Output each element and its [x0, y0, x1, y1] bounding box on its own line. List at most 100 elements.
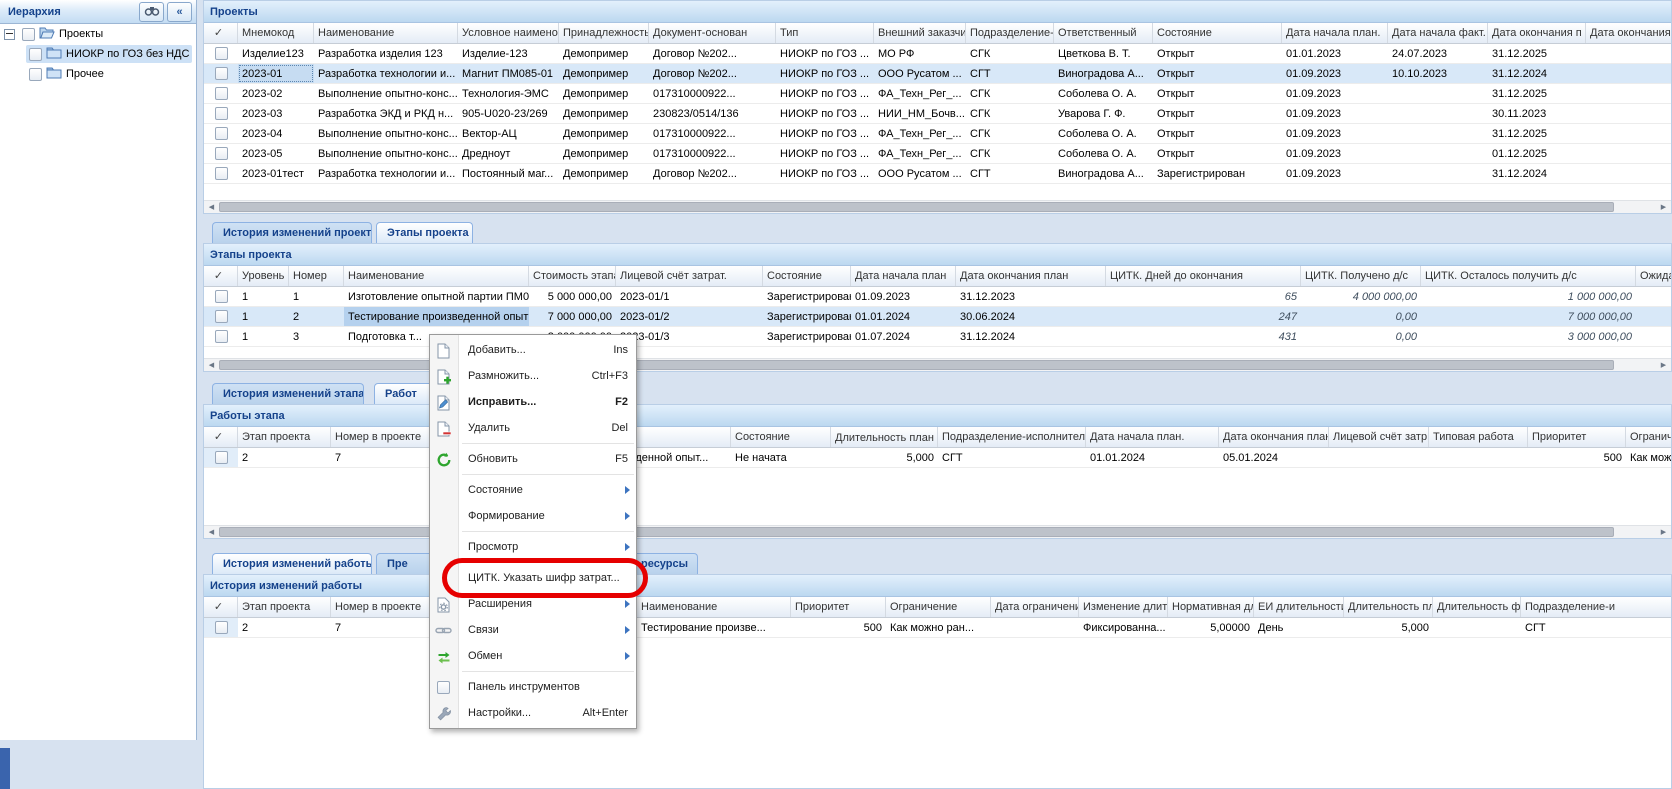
row-checkbox[interactable]: [215, 107, 228, 120]
menu-item[interactable]: Просмотр: [430, 534, 636, 560]
tree-node[interactable]: Проекты: [0, 24, 196, 44]
menu-item[interactable]: Настройки...Alt+Enter: [430, 700, 636, 726]
column-header[interactable]: Документ-основан: [649, 23, 776, 43]
select-column-header[interactable]: ✓: [204, 23, 238, 43]
column-header[interactable]: Нормативная длит: [1168, 597, 1254, 617]
menu-item[interactable]: Панель инструментов: [430, 674, 636, 700]
table-row[interactable]: 27Тестирование произведенной опыт...Не н…: [204, 448, 1672, 468]
column-header[interactable]: Наименование: [637, 597, 791, 617]
tab[interactable]: История изменений работы: [212, 553, 372, 574]
table-row[interactable]: 27Тестирование произве...500Как можно ра…: [204, 618, 1672, 638]
row-checkbox[interactable]: [215, 330, 228, 343]
column-header[interactable]: Этап проекта: [238, 597, 331, 617]
scroll-right-icon[interactable]: ▶: [1656, 359, 1671, 371]
row-checkbox[interactable]: [215, 87, 228, 100]
column-header[interactable]: Лицевой счёт затрат.: [616, 266, 763, 286]
column-header[interactable]: ЕИ длительности: [1254, 597, 1344, 617]
column-header[interactable]: Ограничение: [886, 597, 991, 617]
scroll-right-icon[interactable]: ▶: [1656, 201, 1671, 213]
select-column-header[interactable]: ✓: [204, 266, 238, 286]
menu-checkbox[interactable]: [437, 681, 450, 694]
column-header[interactable]: Приоритет: [1528, 427, 1626, 447]
column-header[interactable]: ЦИТК. Дней до окончания: [1106, 266, 1301, 286]
column-header[interactable]: Дата окончания план: [956, 266, 1106, 286]
menu-item[interactable]: Добавить...Ins: [430, 337, 636, 363]
menu-item[interactable]: УдалитьDel: [430, 415, 636, 441]
table-row[interactable]: 12Тестирование произведенной опыт7 000 0…: [204, 307, 1672, 327]
search-binoculars-button[interactable]: [139, 2, 164, 22]
column-header[interactable]: Дата начала план.: [1086, 427, 1219, 447]
row-checkbox[interactable]: [215, 47, 228, 60]
column-header[interactable]: Ограничение: [1626, 427, 1672, 447]
row-checkbox[interactable]: [215, 167, 228, 180]
table-row[interactable]: 11Изготовление опытной партии ПМ0...5 00…: [204, 287, 1672, 307]
row-checkbox[interactable]: [215, 147, 228, 160]
menu-item[interactable]: Размножить...Ctrl+F3: [430, 363, 636, 389]
column-header[interactable]: Внешний заказчик: [874, 23, 966, 43]
menu-item[interactable]: ОбновитьF5: [430, 446, 636, 472]
select-column-header[interactable]: ✓: [204, 427, 238, 447]
select-column-header[interactable]: ✓: [204, 597, 238, 617]
column-header[interactable]: Изменение длител: [1079, 597, 1168, 617]
column-header[interactable]: Номер: [289, 266, 344, 286]
scroll-left-icon[interactable]: ◀: [204, 526, 219, 538]
column-header[interactable]: Стоимость этапа: [529, 266, 616, 286]
column-header[interactable]: Дата начала план: [851, 266, 956, 286]
table-row[interactable]: 13Подготовка т...3 000 000,002023-01/3За…: [204, 327, 1672, 347]
column-header[interactable]: Наименование: [344, 266, 529, 286]
tab[interactable]: Этапы проекта: [376, 222, 473, 243]
column-header[interactable]: Мнемокод: [238, 23, 314, 43]
menu-item[interactable]: Обмен: [430, 643, 636, 669]
table-row[interactable]: 2023-01тестРазработка технологии и...Пос…: [204, 164, 1672, 184]
table-row[interactable]: 2023-04Выполнение опытно-конс...Вектор-А…: [204, 124, 1672, 144]
menu-item[interactable]: Состояние: [430, 477, 636, 503]
column-header[interactable]: Длительность план▼: [831, 427, 938, 447]
scroll-left-icon[interactable]: ◀: [204, 359, 219, 371]
tree-collapse-icon[interactable]: [4, 29, 15, 40]
column-header[interactable]: Номер в проекте: [331, 597, 431, 617]
stages-h-scrollbar[interactable]: ◀ ▶: [204, 358, 1671, 371]
menu-item[interactable]: Связи: [430, 617, 636, 643]
menu-item[interactable]: Расширения: [430, 591, 636, 617]
column-header[interactable]: Подразделение-исполнитель..: [938, 427, 1086, 447]
tree-node[interactable]: НИОКР по ГОЗ без НДС: [0, 44, 196, 64]
column-header[interactable]: Условное наименова: [458, 23, 559, 43]
column-header[interactable]: Типовая работа: [1429, 427, 1528, 447]
column-header[interactable]: Лицевой счёт затр: [1329, 427, 1429, 447]
menu-item[interactable]: ЦИТК. Указать шифр затрат...: [430, 565, 636, 591]
column-header[interactable]: Состояние: [1153, 23, 1282, 43]
menu-item[interactable]: Формирование: [430, 503, 636, 529]
table-row[interactable]: 2023-01Разработка технологии и...Магнит …: [204, 64, 1672, 84]
tree-checkbox[interactable]: [22, 28, 35, 41]
row-checkbox[interactable]: [215, 310, 228, 323]
scroll-right-icon[interactable]: ▶: [1656, 526, 1671, 538]
menu-item[interactable]: Исправить...F2: [430, 389, 636, 415]
table-row[interactable]: 2023-02Выполнение опытно-конс...Технолог…: [204, 84, 1672, 104]
column-header[interactable]: Состояние: [731, 427, 831, 447]
column-header[interactable]: Состояние: [763, 266, 851, 286]
scroll-left-icon[interactable]: ◀: [204, 201, 219, 213]
column-header[interactable]: Приоритет: [791, 597, 886, 617]
column-header[interactable]: Подразделение-и: [1521, 597, 1672, 617]
column-header[interactable]: Дата начала факт.: [1388, 23, 1488, 43]
column-header[interactable]: Уровень: [238, 266, 289, 286]
column-header[interactable]: Тип: [776, 23, 874, 43]
collapsed-panel-strip[interactable]: [0, 748, 10, 789]
row-checkbox[interactable]: [215, 621, 228, 634]
column-header[interactable]: Дата окончания п: [1488, 23, 1586, 43]
tree-node[interactable]: Прочее: [0, 64, 196, 84]
column-header[interactable]: ЦИТК. Получено д/с: [1301, 266, 1421, 286]
row-checkbox[interactable]: [215, 290, 228, 303]
table-row[interactable]: 2023-05Выполнение опытно-конс...Дредноут…: [204, 144, 1672, 164]
scrollbar-thumb[interactable]: [219, 202, 1614, 212]
tab[interactable]: ресурсы: [630, 553, 698, 574]
collapse-panel-button[interactable]: «: [167, 2, 192, 22]
column-header[interactable]: Принадлежность: [559, 23, 649, 43]
column-header[interactable]: Подразделение-от: [966, 23, 1054, 43]
column-header[interactable]: Наименование: [314, 23, 458, 43]
works-h-scrollbar[interactable]: ◀ ▶: [204, 525, 1671, 538]
column-header[interactable]: Дата окончания: [1586, 23, 1672, 43]
column-header[interactable]: Ответственный: [1054, 23, 1153, 43]
row-checkbox[interactable]: [215, 67, 228, 80]
tab[interactable]: История изменений проекта: [212, 222, 372, 243]
